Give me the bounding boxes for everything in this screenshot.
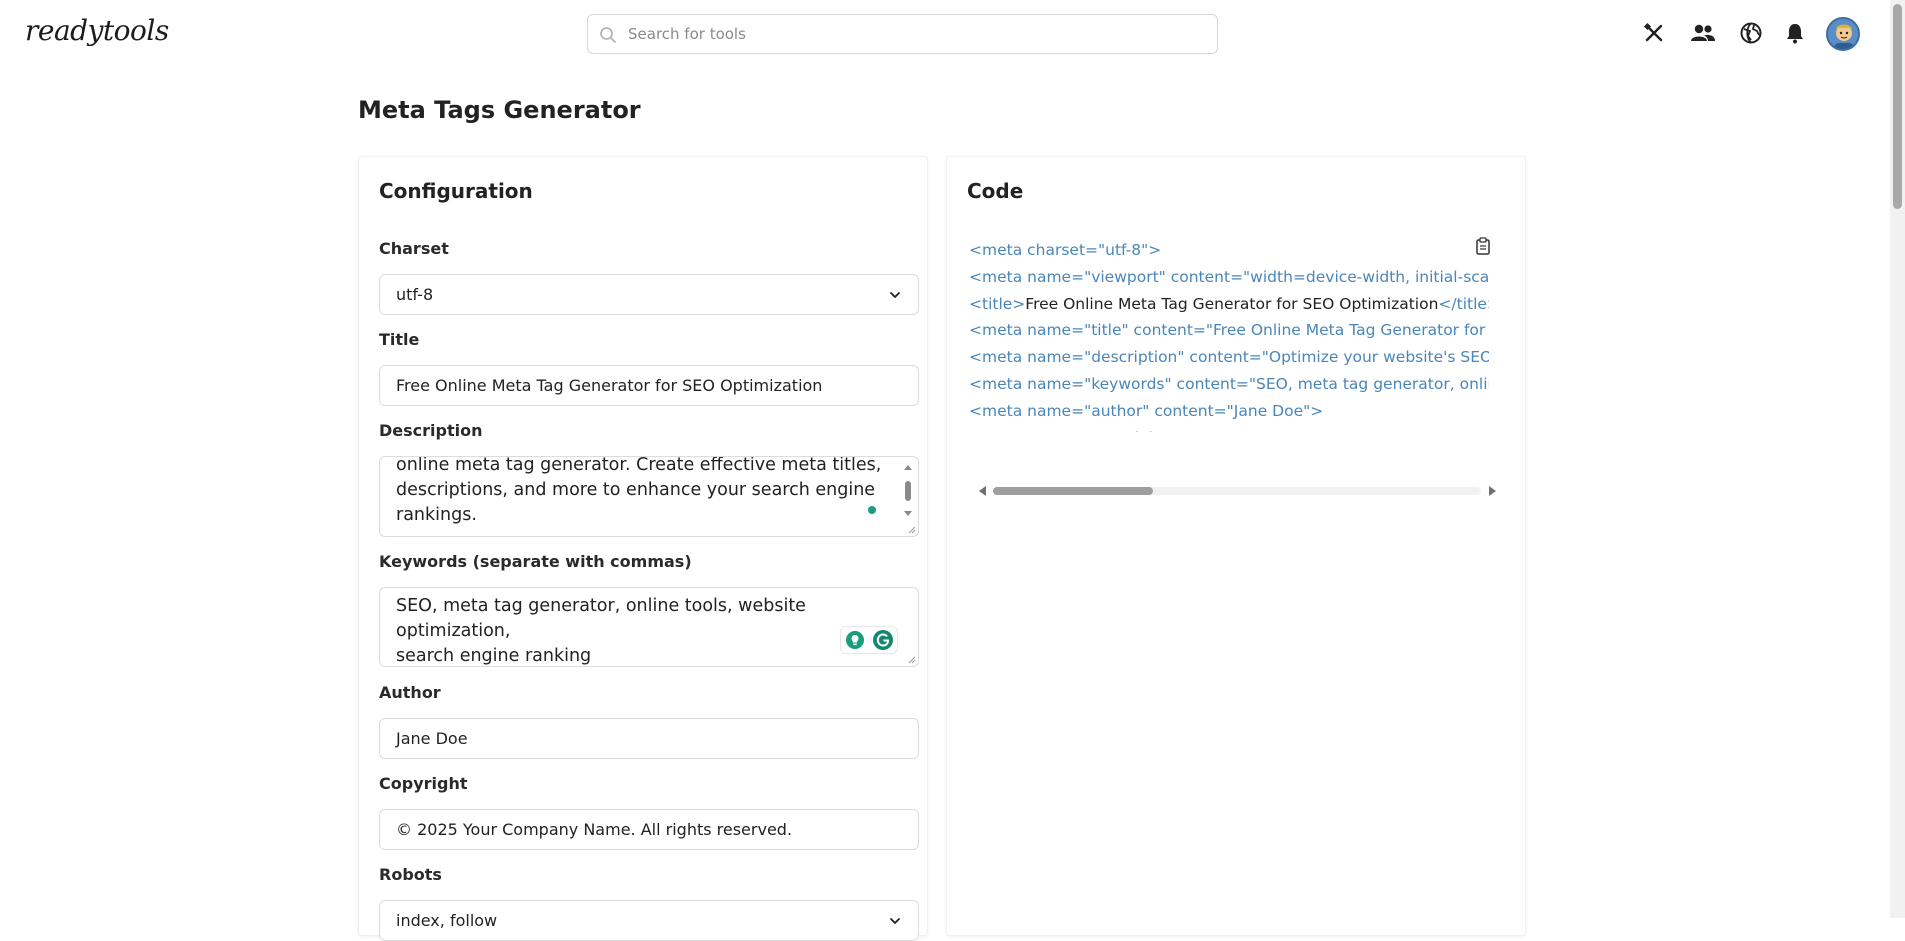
grammarly-icon[interactable] [872,629,894,651]
charset-select[interactable]: utf-8 [379,274,919,315]
title-label: Title [379,330,420,349]
description-textarea[interactable]: online meta tag generator. Create effect… [379,456,919,537]
charset-label: Charset [379,239,449,258]
chevron-down-icon [890,291,900,298]
chevron-down-icon [890,917,900,924]
scroll-left-icon[interactable] [979,486,986,496]
author-label: Author [379,683,441,702]
code-line-pre: <title> [969,294,1026,313]
clipboard-icon[interactable] [1475,237,1491,255]
keywords-label: Keywords (separate with commas) [379,552,692,571]
code-line: <title>Free Online Meta Tag Generator fo… [969,291,1489,318]
author-input[interactable]: Jane Doe [379,718,919,759]
code-panel: Code <meta charset="utf-8"> <meta name="v… [946,156,1526,936]
logo[interactable]: readytools [25,14,169,47]
code-line: <meta name="keywords" content="SEO, meta… [969,371,1489,398]
code-line: <meta name="author" content="Jane Doe"> [969,398,1489,425]
code-line-pre: <meta name="author" content="Jane Doe"> [969,401,1324,420]
scroll-thumb[interactable] [993,487,1153,495]
bell-icon[interactable] [1781,19,1809,47]
bulb-icon[interactable] [845,630,865,650]
code-line: <meta name="copyright" content="© 2025 Y… [969,425,1489,432]
code-heading: Code [967,179,1024,203]
search-bar[interactable] [587,14,1218,54]
configuration-heading: Configuration [379,179,533,203]
copyright-input[interactable]: © 2025 Your Company Name. All rights res… [379,809,919,850]
code-line-pre: <meta name="description" content="Optimi… [969,348,1489,367]
code-line: <meta name="viewport" content="width=dev… [969,264,1489,291]
search-icon [600,27,616,43]
scroll-right-icon[interactable] [1489,486,1496,496]
code-line-pre: <meta charset="utf-8"> [969,241,1162,259]
page-scrollbar[interactable] [1890,0,1905,918]
globe-icon[interactable] [1737,19,1765,47]
textarea-scrollbar[interactable] [902,461,914,521]
robots-value: index, follow [396,911,498,930]
copyright-label: Copyright [379,774,468,793]
description-line: online meta tag generator. Create effect… [396,456,882,475]
description-line: rankings. [396,505,477,525]
keywords-line: SEO, meta tag generator, online tools, w… [396,596,806,641]
search-input[interactable] [628,15,1208,53]
status-dot-icon [868,506,876,514]
code-line-txt: Free Online Meta Tag Generator for SEO O… [1025,294,1439,313]
robots-label: Robots [379,865,442,884]
avatar[interactable] [1826,17,1860,51]
author-value: Jane Doe [396,729,468,748]
description-line: descriptions, and more to enhance your s… [396,480,876,500]
tools-icon[interactable] [1640,19,1668,47]
charset-value: utf-8 [396,285,434,304]
code-line: <meta name="title" content="Free Online … [969,317,1489,344]
copyright-value: © 2025 Your Company Name. All rights res… [396,820,793,839]
grammarly-widget[interactable] [840,626,898,654]
users-icon[interactable] [1689,19,1717,47]
robots-select[interactable]: index, follow [379,900,919,941]
configuration-panel: Configuration Charset utf-8 Title Free O… [358,156,928,941]
title-value: Free Online Meta Tag Generator for SEO O… [396,376,823,395]
description-label: Description [379,421,483,440]
code-line: <meta name="description" content="Optimi… [969,344,1489,371]
code-line-pre: <meta name="copyright" content="© 2025 Y… [969,429,1489,432]
page-scrollbar-thumb[interactable] [1893,4,1902,209]
code-line: <meta charset="utf-8"> [969,237,1489,264]
code-line-post: </title> [1438,294,1489,313]
resize-handle-icon[interactable] [906,524,916,534]
code-output[interactable]: <meta charset="utf-8"> <meta name="viewpo… [969,237,1489,432]
top-header: readytools [0,0,1905,66]
keywords-textarea[interactable]: SEO, meta tag generator, online tools, w… [379,587,919,667]
code-line-pre: <meta name="title" content="Free Online … [969,321,1489,340]
keywords-line: search engine ranking [396,646,592,666]
resize-handle-icon[interactable] [906,654,916,664]
title-input[interactable]: Free Online Meta Tag Generator for SEO O… [379,365,919,406]
page-title: Meta Tags Generator [358,96,641,124]
code-horizontal-scrollbar[interactable] [979,483,1496,497]
code-line-pre: <meta name="keywords" content="SEO, meta… [969,374,1489,393]
code-line-pre: <meta name="viewport" content="width=dev… [969,267,1489,286]
